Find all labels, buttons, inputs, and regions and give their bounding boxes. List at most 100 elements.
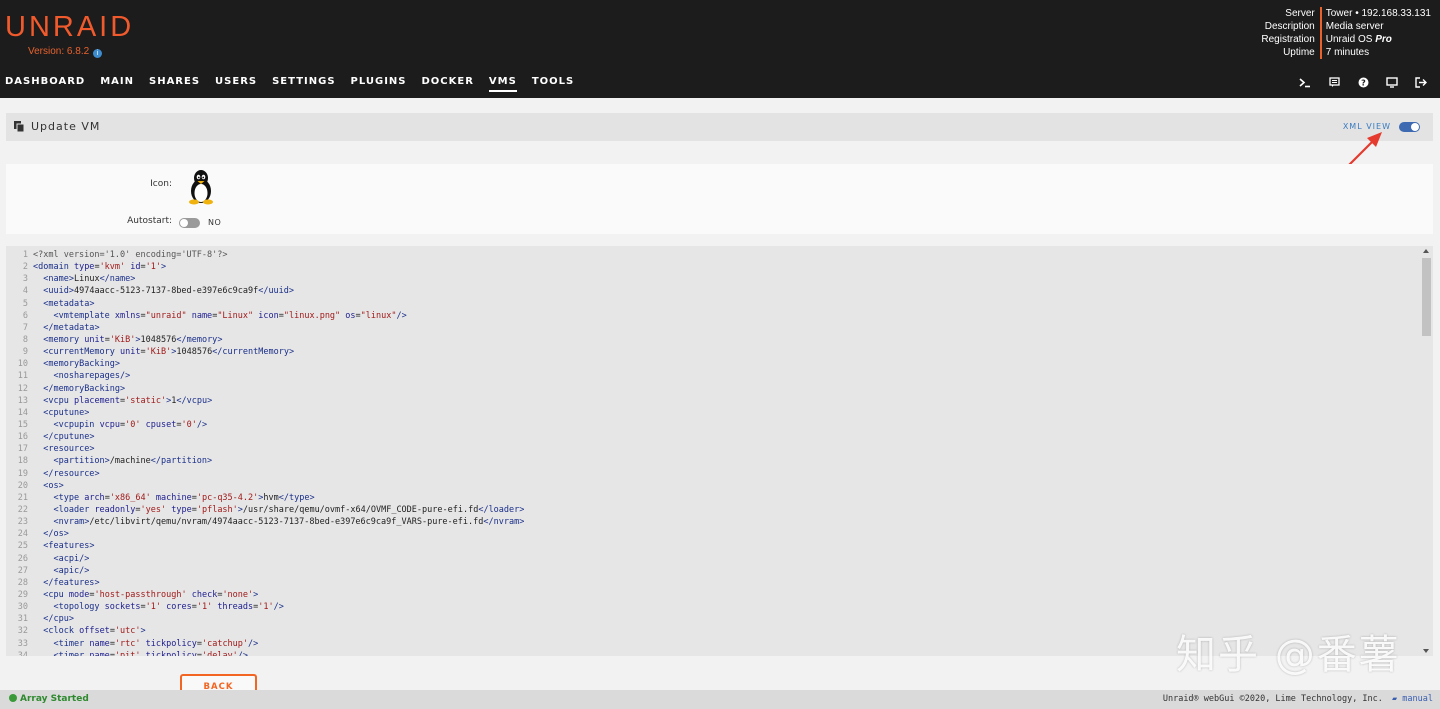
zhihu-watermark: 知乎 @番薯 bbox=[1176, 632, 1401, 678]
line-number: 28 bbox=[17, 577, 28, 588]
switch-knob bbox=[180, 219, 188, 227]
code-line[interactable]: <topology sockets='1' cores='1' threads=… bbox=[33, 601, 524, 613]
line-number: 4 bbox=[22, 286, 28, 297]
line-number: 13 bbox=[17, 395, 28, 406]
code-line[interactable]: <vcpupin vcpu='0' cpuset='0'/> bbox=[33, 419, 524, 431]
scroll-up-arrow-icon[interactable] bbox=[1423, 249, 1429, 253]
code-line[interactable]: <currentMemory unit='KiB'>1048576</curre… bbox=[33, 346, 524, 358]
status-play-icon bbox=[9, 694, 17, 702]
line-number: 2 bbox=[22, 262, 28, 273]
code-line[interactable]: <cpu mode='host-passthrough' check='none… bbox=[33, 589, 524, 601]
info-icon[interactable]: i bbox=[93, 49, 103, 58]
array-status: Array Started bbox=[9, 694, 89, 704]
unraid-logo[interactable]: UNRAID bbox=[5, 10, 134, 44]
line-number: 1 bbox=[22, 250, 28, 260]
uptime-value: 7 minutes bbox=[1325, 47, 1370, 58]
code-line[interactable]: <nosharepages/> bbox=[33, 370, 524, 382]
line-number: 26 bbox=[17, 553, 28, 564]
code-line[interactable]: <apic/> bbox=[33, 565, 524, 577]
copy-icon bbox=[14, 121, 24, 132]
code-line[interactable]: <?xml version='1.0' encoding='UTF-8'?> bbox=[33, 249, 524, 261]
line-number: 21 bbox=[17, 492, 28, 503]
xml-code[interactable]: <?xml version='1.0' encoding='UTF-8'?> <d… bbox=[33, 249, 524, 656]
code-line[interactable]: <nvram>/etc/libvirt/qemu/nvram/4974aacc-… bbox=[33, 516, 524, 528]
line-number: 27 bbox=[17, 565, 28, 576]
code-line[interactable]: </os> bbox=[33, 528, 524, 540]
manual-link[interactable]: manual bbox=[1402, 694, 1433, 704]
code-line[interactable]: </cputune> bbox=[33, 431, 524, 443]
line-number: 22 bbox=[17, 504, 28, 515]
line-number: 17 bbox=[17, 444, 28, 455]
code-line[interactable]: <uuid>4974aacc-5123-7137-8bed-e397e6c9ca… bbox=[33, 285, 524, 297]
nav-shares[interactable]: SHARES bbox=[149, 76, 200, 92]
server-label: Server bbox=[1285, 8, 1315, 19]
description-label: Description bbox=[1264, 21, 1315, 32]
code-line[interactable]: <features> bbox=[33, 540, 524, 552]
autostart-value: NO bbox=[208, 218, 222, 227]
code-line[interactable]: <os> bbox=[33, 480, 524, 492]
code-line[interactable]: <vcpu placement='static'>1</vcpu> bbox=[33, 395, 524, 407]
code-line[interactable]: <vmtemplate xmlns="unraid" name="Linux" … bbox=[33, 310, 524, 322]
code-line[interactable]: </resource> bbox=[33, 468, 524, 480]
scroll-thumb[interactable] bbox=[1422, 258, 1431, 336]
code-line[interactable]: <resource> bbox=[33, 443, 524, 455]
page-title: Update VM bbox=[31, 120, 101, 133]
main-nav: DASHBOARD MAIN SHARES USERS SETTINGS PLU… bbox=[5, 76, 589, 92]
code-line[interactable]: </metadata> bbox=[33, 322, 524, 334]
icon-label: Icon: bbox=[150, 179, 172, 189]
nav-docker[interactable]: DOCKER bbox=[421, 76, 473, 92]
autostart-switch[interactable] bbox=[179, 218, 200, 228]
help-icon[interactable]: ? bbox=[1356, 77, 1370, 89]
editor-scrollbar[interactable] bbox=[1420, 246, 1433, 656]
code-line[interactable]: <acpi/> bbox=[33, 553, 524, 565]
scroll-down-arrow-icon[interactable] bbox=[1423, 649, 1429, 653]
page-titlebar: Update VM XML VIEW bbox=[6, 113, 1433, 141]
code-line[interactable]: <memory unit='KiB'>1048576</memory> bbox=[33, 334, 524, 346]
line-number: 5 bbox=[22, 298, 28, 309]
code-line[interactable]: <cputune> bbox=[33, 407, 524, 419]
version-label[interactable]: Version: 6.8.2 i bbox=[28, 46, 103, 58]
feedback-icon[interactable] bbox=[1327, 77, 1341, 89]
xml-view-toggle[interactable] bbox=[1399, 122, 1420, 132]
terminal-icon[interactable] bbox=[1298, 77, 1312, 89]
code-line[interactable]: <loader readonly='yes' type='pflash'>/us… bbox=[33, 504, 524, 516]
monitor-icon[interactable] bbox=[1385, 77, 1399, 89]
line-number: 8 bbox=[22, 334, 28, 345]
line-number: 10 bbox=[17, 359, 28, 370]
nav-main[interactable]: MAIN bbox=[100, 76, 134, 92]
line-number: 15 bbox=[17, 419, 28, 430]
code-line[interactable]: <clock offset='utc'> bbox=[33, 625, 524, 637]
code-line[interactable]: </memoryBacking> bbox=[33, 383, 524, 395]
svg-text:?: ? bbox=[1361, 79, 1366, 88]
line-number: 32 bbox=[17, 626, 28, 637]
code-line[interactable]: <partition>/machine</partition> bbox=[33, 455, 524, 467]
line-number: 31 bbox=[17, 614, 28, 625]
nav-plugins[interactable]: PLUGINS bbox=[351, 76, 407, 92]
line-number: 11 bbox=[17, 371, 28, 382]
line-number: 19 bbox=[17, 468, 28, 479]
code-line[interactable]: </cpu> bbox=[33, 613, 524, 625]
linux-tux-icon[interactable] bbox=[186, 169, 216, 205]
line-number: 3 bbox=[22, 274, 28, 285]
book-icon: ▰ bbox=[1392, 694, 1398, 704]
nav-vms[interactable]: VMS bbox=[488, 76, 517, 92]
nav-users[interactable]: USERS bbox=[215, 76, 257, 92]
nav-dashboard[interactable]: DASHBOARD bbox=[5, 76, 85, 92]
registration-value[interactable]: Unraid OS Pro bbox=[1326, 33, 1431, 46]
line-number: 7 bbox=[22, 322, 28, 333]
xml-editor[interactable]: 1 2 3 4 5 6 7 8 9 10 11 12 13 14 15 16 17 18 19 20 21 22 23 24 2… bbox=[6, 246, 1433, 656]
code-line[interactable]: <timer name='pit' tickpolicy='delay'/> bbox=[33, 650, 524, 656]
line-number: 34 bbox=[17, 650, 28, 656]
code-line[interactable]: <name>Linux</name> bbox=[33, 273, 524, 285]
code-line[interactable]: <memoryBacking> bbox=[33, 358, 524, 370]
line-number: 25 bbox=[17, 541, 28, 552]
nav-tools[interactable]: TOOLS bbox=[532, 76, 574, 92]
code-line[interactable]: <timer name='rtc' tickpolicy='catchup'/> bbox=[33, 638, 524, 650]
line-number: 16 bbox=[17, 432, 28, 443]
logout-icon[interactable] bbox=[1414, 77, 1428, 89]
code-line[interactable]: <type arch='x86_64' machine='pc-q35-4.2'… bbox=[33, 492, 524, 504]
code-line[interactable]: </features> bbox=[33, 577, 524, 589]
nav-settings[interactable]: SETTINGS bbox=[272, 76, 335, 92]
code-line[interactable]: <metadata> bbox=[33, 298, 524, 310]
code-line[interactable]: <domain type='kvm' id='1'> bbox=[33, 261, 524, 273]
